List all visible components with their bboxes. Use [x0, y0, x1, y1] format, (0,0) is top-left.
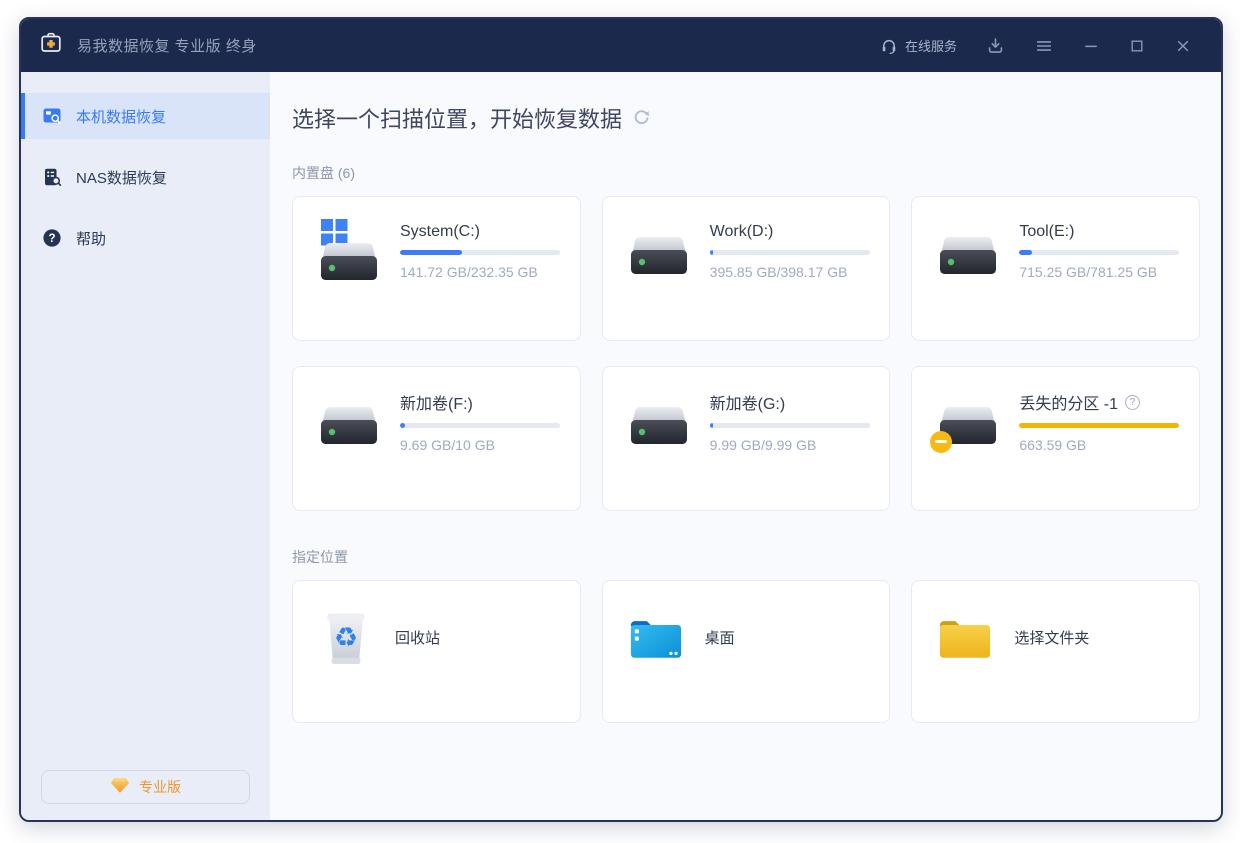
menu-button[interactable]: [1025, 31, 1063, 61]
sidebar-item-help[interactable]: ? 帮助: [21, 215, 270, 261]
lost-partition-badge-icon: [930, 431, 952, 453]
page-title: 选择一个扫描位置，开始恢复数据: [292, 102, 622, 134]
drive-name: System(C:): [400, 223, 480, 241]
maximize-button[interactable]: [1119, 32, 1155, 60]
drive-name: Work(D:): [710, 223, 774, 241]
drive-card-c[interactable]: System(C:) 141.72 GB/232.35 GB: [292, 196, 581, 341]
close-button[interactable]: [1165, 32, 1201, 60]
headset-icon: [880, 37, 898, 55]
download-button[interactable]: [976, 30, 1015, 61]
drive-capacity: 141.72 GB/232.35 GB: [400, 264, 560, 280]
internal-disks-grid: System(C:) 141.72 GB/232.35 GB: [292, 196, 1200, 511]
sidebar-item-nas-recovery[interactable]: NAS数据恢复: [21, 154, 270, 200]
desktop-background: 易我数据恢复 专业版 终身 在线服务: [0, 0, 1240, 843]
capacity-bar: [400, 423, 560, 428]
location-label: 桌面: [705, 627, 735, 648]
sidebar-item-label: NAS数据恢复: [76, 167, 167, 188]
drive-icon: [318, 389, 382, 455]
svg-text:?: ?: [48, 233, 55, 245]
capacity-bar: [400, 250, 560, 255]
capacity-bar: [710, 423, 870, 428]
app-logo-icon: [39, 31, 63, 60]
drive-capacity: 9.99 GB/9.99 GB: [710, 437, 870, 453]
drive-capacity: 395.85 GB/398.17 GB: [710, 264, 870, 280]
desktop-folder-icon: [628, 615, 684, 661]
sidebar-item-label: 本机数据恢复: [76, 106, 166, 127]
app-window: 易我数据恢复 专业版 终身 在线服务: [19, 17, 1223, 822]
drive-name: 新加卷(F:): [400, 390, 473, 414]
locations-grid: ♻ 回收站: [292, 580, 1200, 723]
location-label: 选择文件夹: [1014, 627, 1089, 648]
sidebar-item-label: 帮助: [76, 228, 106, 249]
pro-version-button[interactable]: 专业版: [41, 770, 250, 804]
help-icon: ?: [42, 228, 62, 248]
sidebar-item-local-recovery[interactable]: 本机数据恢复: [21, 93, 270, 139]
drive-card-d[interactable]: Work(D:) 395.85 GB/398.17 GB: [602, 196, 891, 341]
pro-version-label: 专业版: [139, 777, 181, 797]
recycle-bin-icon: ♻: [318, 609, 374, 667]
online-service-button[interactable]: 在线服务: [871, 30, 966, 61]
drive-capacity: 715.25 GB/781.25 GB: [1019, 264, 1179, 280]
main-content: 选择一个扫描位置，开始恢复数据 内置盘 (6): [270, 72, 1221, 820]
recycle-symbol-icon: ♻: [334, 623, 358, 654]
drive-card-f[interactable]: 新加卷(F:) 9.69 GB/10 GB: [292, 366, 581, 511]
local-recovery-icon: [42, 106, 62, 126]
hamburger-menu-icon: [1035, 37, 1053, 55]
titlebar: 易我数据恢复 专业版 终身 在线服务: [21, 19, 1221, 72]
drive-card-e[interactable]: Tool(E:) 715.25 GB/781.25 GB: [911, 196, 1200, 341]
maximize-icon: [1129, 38, 1145, 54]
sidebar: 本机数据恢复 NAS数据恢复: [21, 72, 270, 820]
close-icon: [1175, 38, 1191, 54]
drive-icon: [937, 219, 1001, 285]
app-title: 易我数据恢复 专业版 终身: [77, 35, 257, 56]
drive-capacity: 663.59 GB: [1019, 437, 1179, 453]
gem-icon: [110, 777, 130, 797]
drive-card-g[interactable]: 新加卷(G:) 9.99 GB/9.99 GB: [602, 366, 891, 511]
folder-icon: [937, 615, 993, 661]
drive-icon: [628, 389, 692, 455]
desktop-card[interactable]: 桌面: [602, 580, 891, 723]
drive-capacity: 9.69 GB/10 GB: [400, 437, 560, 453]
capacity-bar: [1019, 250, 1179, 255]
internal-disks-label: 内置盘 (6): [292, 163, 1200, 183]
lost-partition-drive-icon: [937, 389, 1001, 455]
system-drive-icon: [318, 219, 382, 285]
drive-name: 新加卷(G:): [710, 390, 786, 414]
location-label: 回收站: [395, 627, 440, 648]
nas-recovery-icon: [42, 167, 62, 187]
recycle-bin-card[interactable]: ♻ 回收站: [292, 580, 581, 723]
drive-icon: [628, 219, 692, 285]
drive-name: Tool(E:): [1019, 223, 1074, 241]
lost-partition-help-icon[interactable]: ?: [1125, 395, 1140, 410]
capacity-bar: [1019, 423, 1179, 428]
download-icon: [986, 36, 1005, 55]
refresh-button[interactable]: [633, 109, 650, 131]
minimize-icon: [1083, 38, 1099, 54]
capacity-bar: [710, 250, 870, 255]
minimize-button[interactable]: [1073, 32, 1109, 60]
drive-card-lost-partition[interactable]: 丢失的分区 -1 ? 663.59 GB: [911, 366, 1200, 511]
online-service-label: 在线服务: [905, 36, 957, 55]
drive-name: 丢失的分区 -1: [1019, 390, 1118, 414]
select-folder-card[interactable]: 选择文件夹: [911, 580, 1200, 723]
specified-locations-label: 指定位置: [292, 547, 1200, 567]
